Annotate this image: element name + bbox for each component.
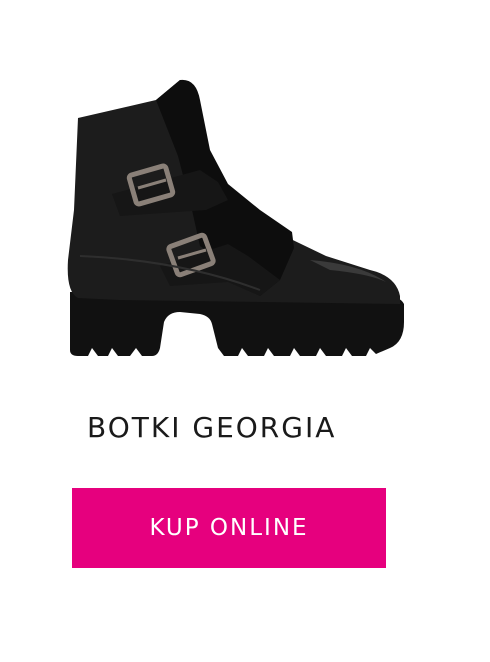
product-card: BOTKI GEORGIA KUP ONLINE [0,0,490,662]
product-name: BOTKI GEORGIA [87,411,337,444]
buy-online-button[interactable]: KUP ONLINE [72,488,386,568]
product-image[interactable] [60,60,420,370]
